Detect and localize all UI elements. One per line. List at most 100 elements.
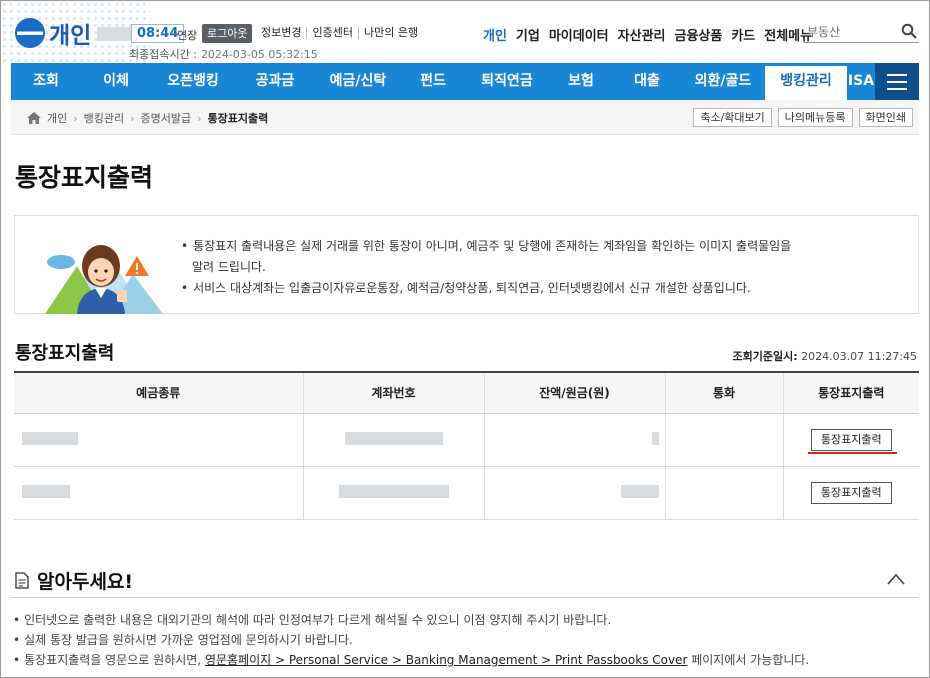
nav-item-utility[interactable]: 공과금 xyxy=(235,63,315,100)
zoom-button[interactable]: 축소/확대보기 xyxy=(693,108,772,127)
search-input[interactable] xyxy=(803,22,895,42)
username-redacted xyxy=(97,27,131,41)
table-row: 통장표지출력 xyxy=(14,466,919,520)
notice-item: 통장표지출력을 영문으로 원하시면, 영문홈페이지 > Personal Ser… xyxy=(13,650,809,670)
redacted-text xyxy=(344,431,443,445)
cell-deposit-type xyxy=(14,466,303,520)
notice-text: 페이지에서 가능합니다. xyxy=(687,653,810,667)
cell-currency xyxy=(664,466,783,520)
notice-item: 실제 통장 발급을 원하시면 가까운 영업점에 문의하시기 바랍니다. xyxy=(13,630,809,650)
info-item: 통장표지 출력내용은 실제 거래를 위한 통장이 아니며, 예금주 및 당행에 … xyxy=(181,236,791,257)
main-links: 개인 기업 마이데이터 자산관리 금융상품 카드 전체메뉴 xyxy=(483,25,821,44)
document-icon xyxy=(15,572,29,589)
col-deposit-type: 예금종류 xyxy=(14,371,303,414)
breadcrumb-item[interactable]: 개인 xyxy=(47,110,67,126)
redacted-text xyxy=(22,484,70,498)
search-icon[interactable] xyxy=(901,23,917,39)
redacted-text xyxy=(22,431,78,445)
col-account-number: 계좌번호 xyxy=(302,371,484,414)
last-login-value: 2024-03-05 05:32:15 xyxy=(200,48,318,61)
col-balance: 잔액/원금(원) xyxy=(483,371,665,414)
cell-deposit-type xyxy=(14,413,303,467)
breadcrumb-item[interactable]: 증명서발급 xyxy=(141,110,192,126)
breadcrumb-current: 통장표지출력 xyxy=(207,112,269,125)
base-datetime: 조회기준일시: 2024.03.07 11:27:45 xyxy=(732,348,917,364)
page-tools: 축소/확대보기 나의메뉴등록 화면인쇄 xyxy=(687,108,913,127)
guide-character-illustration xyxy=(45,244,163,314)
bank-logo-icon[interactable] xyxy=(15,18,45,48)
main-nav: 조회 이체 오픈뱅킹 공과금 예금/신탁 펀드 퇴직연금 보험 대출 외환/골드… xyxy=(11,63,919,100)
add-my-menu-button[interactable]: 나의메뉴등록 xyxy=(777,108,853,127)
last-login: 최종접속시간 :2024-03-05 05:32:15 xyxy=(129,46,318,62)
redacted-text xyxy=(651,431,659,445)
account-table: 예금종류 계좌번호 잔액/원금(원) 통화 통장표지출력 통장표지출력 통장표지… xyxy=(14,371,919,520)
home-icon[interactable] xyxy=(27,112,41,124)
chevron-up-icon[interactable] xyxy=(887,573,905,585)
info-item: 서비스 대상계좌는 입출금이자유로운통장, 예적금/청약상품, 퇴직연금, 인터… xyxy=(181,278,791,299)
base-date-value: 2024.03.07 11:27:45 xyxy=(801,350,917,363)
cell-balance xyxy=(483,466,665,520)
nav-item-deposit[interactable]: 예금/신탁 xyxy=(315,63,401,100)
link-my-bank[interactable]: 나만의 은행 xyxy=(357,27,423,39)
chevron-right-icon: › xyxy=(197,111,202,125)
english-homepage-link[interactable]: 영문홈페이지 > Personal Service > Banking Mana… xyxy=(205,653,687,667)
page-title: 통장표지출력 xyxy=(15,163,154,192)
cell-print: 통장표지출력 xyxy=(782,413,919,467)
nav-item-isa[interactable]: ISA xyxy=(847,63,875,100)
notice-item: 인터넷으로 출력한 내용은 대외기관의 해석에 따라 인정여부가 다르게 해석될… xyxy=(13,610,809,630)
nav-item-banking-mgmt[interactable]: 뱅킹관리 xyxy=(765,63,847,100)
section-title: 통장표지출력 xyxy=(15,343,115,364)
table-header-row: 예금종류 계좌번호 잔액/원금(원) 통화 통장표지출력 xyxy=(14,371,919,414)
main-link-products[interactable]: 금융상품 xyxy=(675,25,723,44)
extend-session-button[interactable]: 연장 xyxy=(177,27,197,43)
cell-print: 통장표지출력 xyxy=(782,466,919,520)
nav-item-insurance[interactable]: 보험 xyxy=(549,63,613,100)
cell-balance xyxy=(483,413,665,467)
chevron-right-icon: › xyxy=(73,111,78,125)
nav-item-openbanking[interactable]: 오픈뱅킹 xyxy=(151,63,235,100)
cell-currency xyxy=(664,413,783,467)
info-item-cont: 알려 드립니다. xyxy=(192,260,266,274)
last-login-label: 최종접속시간 : xyxy=(129,48,197,61)
redacted-text xyxy=(620,484,659,498)
cell-account-number xyxy=(302,413,484,467)
col-print: 통장표지출력 xyxy=(782,371,919,414)
table-row: 통장표지출력 xyxy=(14,413,919,467)
print-cover-button[interactable]: 통장표지출력 xyxy=(810,481,892,504)
nav-item-loan[interactable]: 대출 xyxy=(613,63,681,100)
base-date-label: 조회기준일시: xyxy=(732,350,798,363)
print-cover-button[interactable]: 통장표지출력 xyxy=(810,428,892,451)
main-link-card[interactable]: 카드 xyxy=(731,25,755,44)
print-page-button[interactable]: 화면인쇄 xyxy=(858,108,913,127)
link-info-change[interactable]: 정보변경 xyxy=(261,27,306,39)
nav-item-transfer[interactable]: 이체 xyxy=(81,63,151,100)
nav-item-fund[interactable]: 펀드 xyxy=(401,63,465,100)
main-link-business[interactable]: 기업 xyxy=(516,25,540,44)
nav-item-inquiry[interactable]: 조회 xyxy=(11,63,81,100)
divider xyxy=(11,597,919,598)
hamburger-menu-icon[interactable] xyxy=(875,63,919,100)
main-link-mydata[interactable]: 마이데이터 xyxy=(549,25,609,44)
red-highlight-underline xyxy=(807,451,897,454)
nav-item-forex[interactable]: 외환/골드 xyxy=(681,63,765,100)
link-auth-center[interactable]: 인증센터 xyxy=(306,27,357,39)
logout-button[interactable]: 로그아웃 xyxy=(202,24,253,43)
top-bar: 개인 08:44 연장 로그아웃 정보변경 인증센터 나만의 은행 최종접속시간… xyxy=(1,1,929,63)
brand-title[interactable]: 개인 xyxy=(49,16,91,50)
notice-title-text: 알아두세요! xyxy=(37,571,134,593)
breadcrumb-item[interactable]: 뱅킹관리 xyxy=(84,110,124,126)
breadcrumb: 개인 › 뱅킹관리 › 증명서발급 › 통장표지출력 xyxy=(27,110,268,126)
utility-links: 정보변경 인증센터 나만의 은행 xyxy=(261,27,423,39)
main-link-personal[interactable]: 개인 xyxy=(483,25,507,44)
info-box: 통장표지 출력내용은 실제 거래를 위한 통장이 아니며, 예금주 및 당행에 … xyxy=(14,215,919,314)
search-box xyxy=(803,21,919,43)
info-list: 통장표지 출력내용은 실제 거래를 위한 통장이 아니며, 예금주 및 당행에 … xyxy=(181,236,791,299)
cell-account-number xyxy=(302,466,484,520)
notice-text: 통장표지출력을 영문으로 원하시면, xyxy=(24,653,205,667)
chevron-right-icon: › xyxy=(130,111,135,125)
nav-item-pension[interactable]: 퇴직연금 xyxy=(465,63,549,100)
notice-list: 인터넷으로 출력한 내용은 대외기관의 해석에 따라 인정여부가 다르게 해석될… xyxy=(13,610,809,670)
col-currency: 통화 xyxy=(664,371,783,414)
breadcrumb-bar: 개인 › 뱅킹관리 › 증명서발급 › 통장표지출력 축소/확대보기 나의메뉴등… xyxy=(11,100,919,135)
main-link-asset[interactable]: 자산관리 xyxy=(618,25,666,44)
